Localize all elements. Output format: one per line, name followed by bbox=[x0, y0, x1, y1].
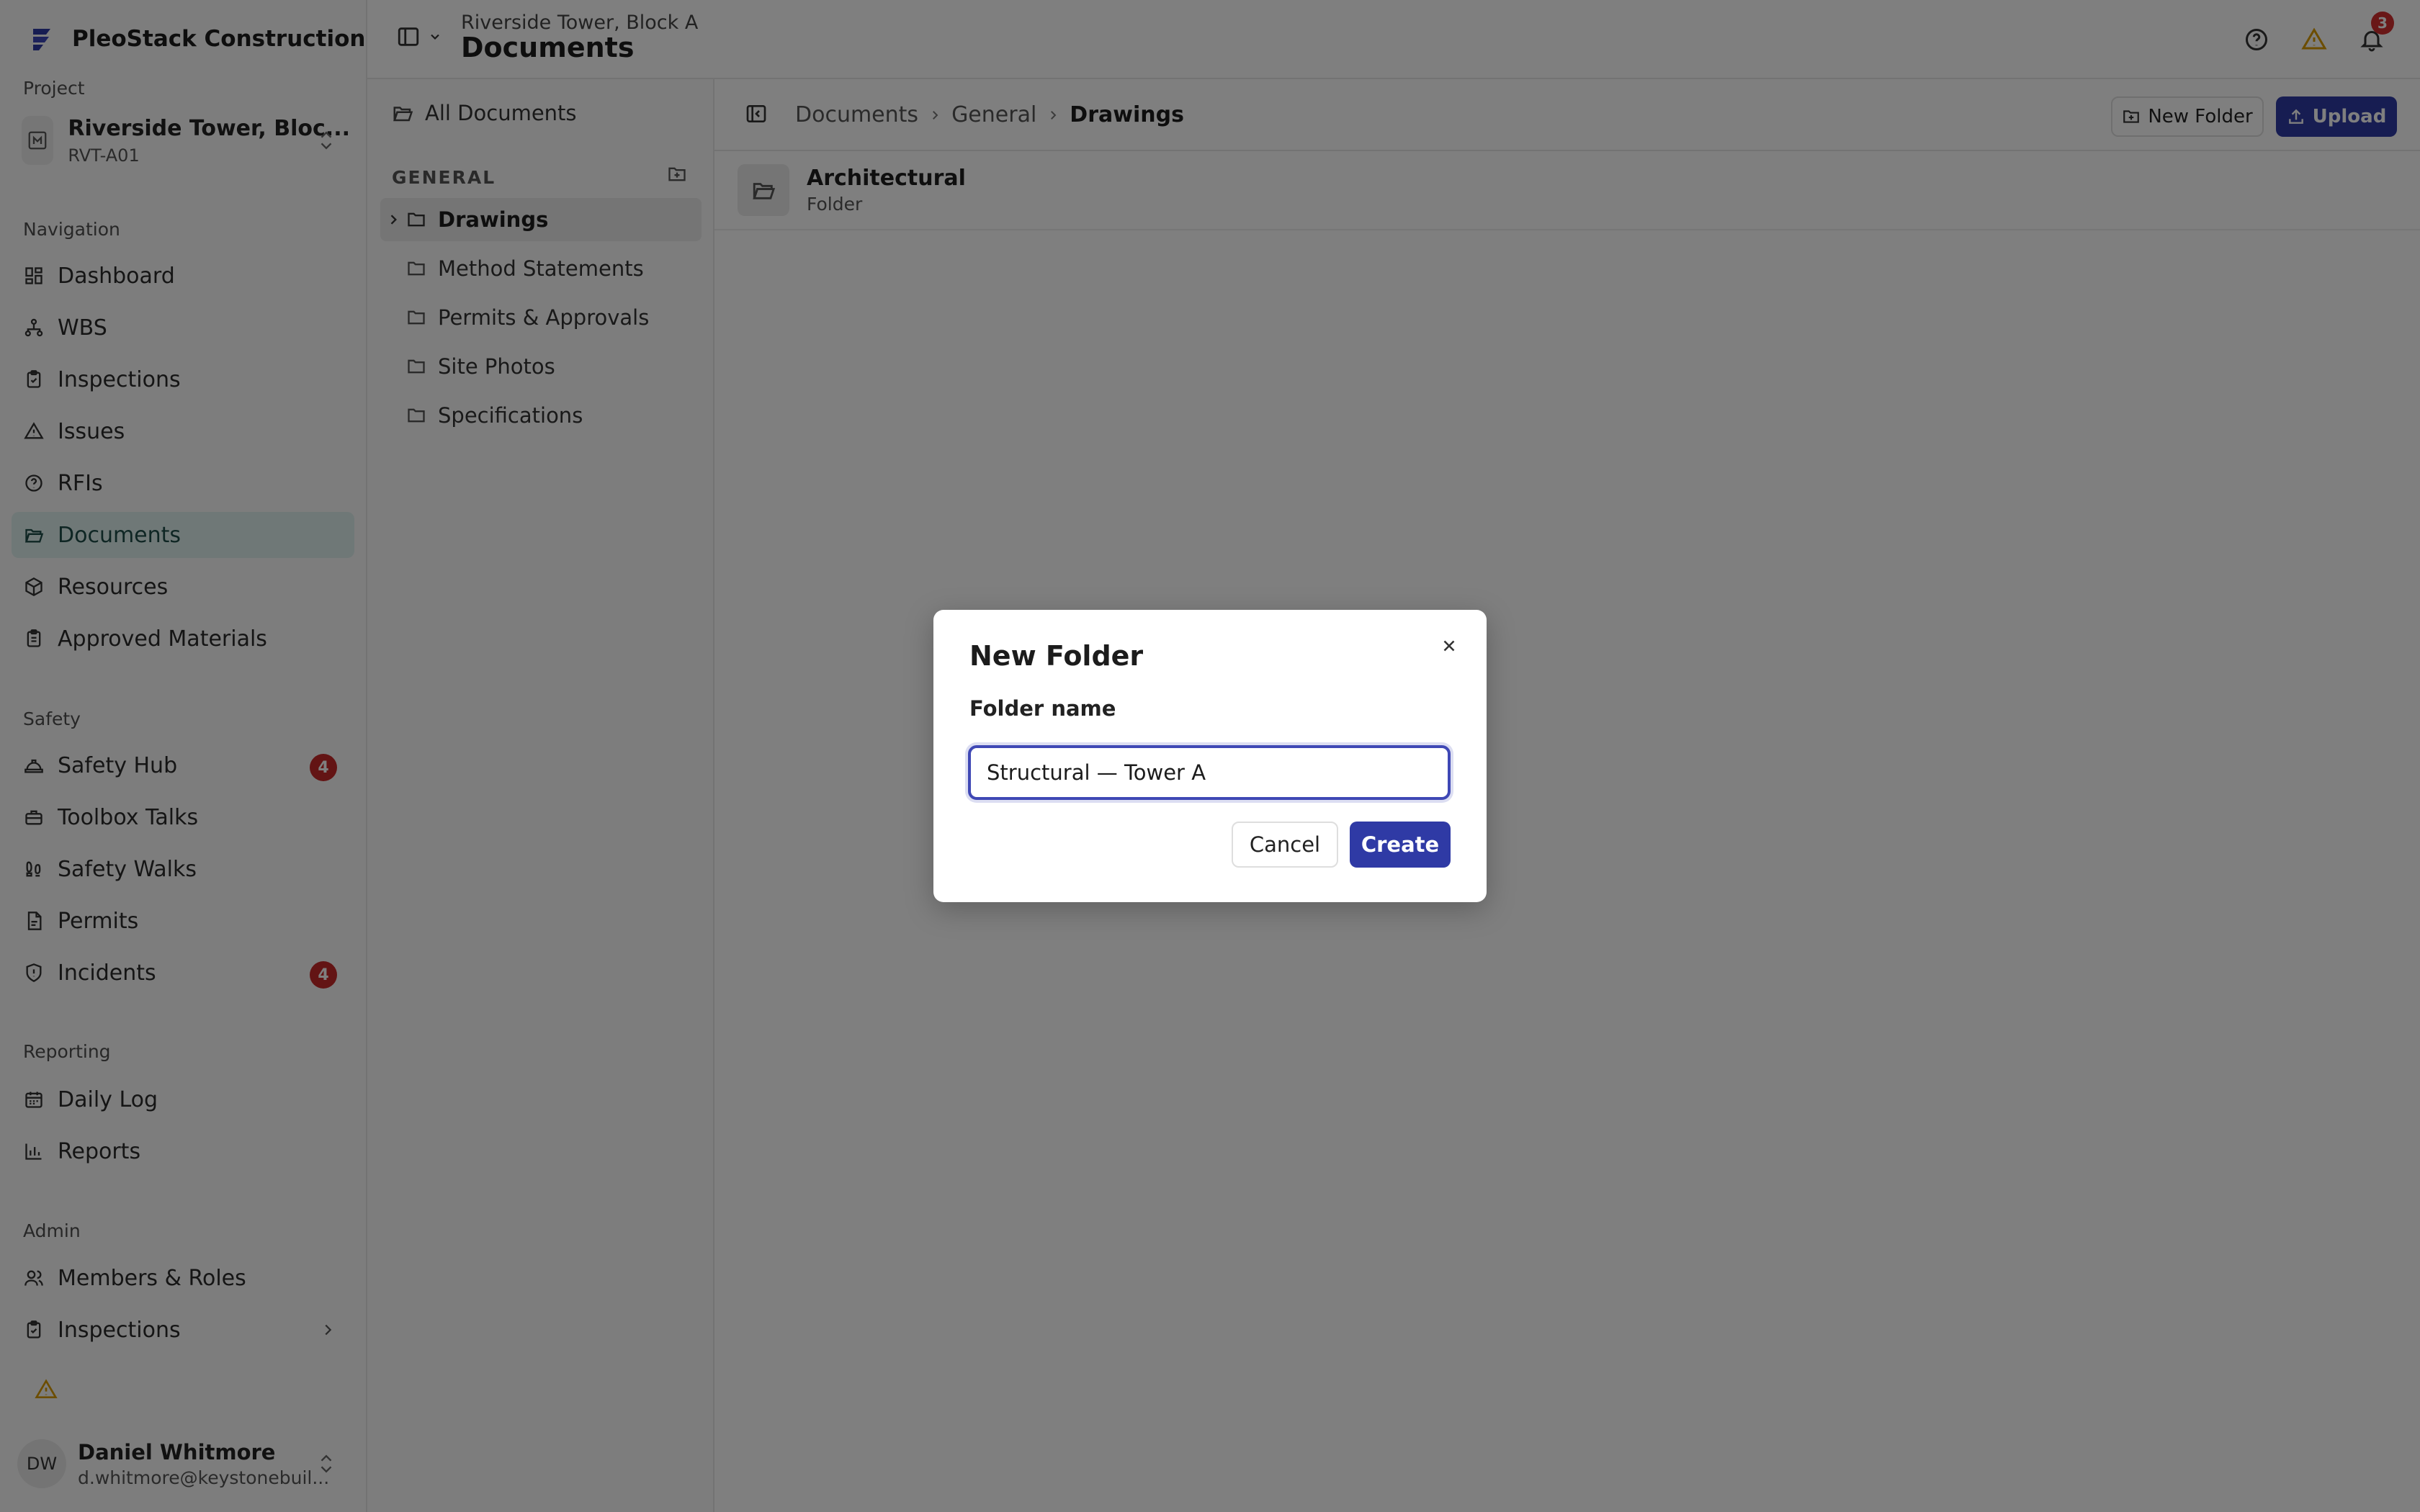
app-window: PleoStack Construction ... Project River… bbox=[0, 0, 2420, 1512]
folder-name-label: Folder name bbox=[969, 696, 1116, 721]
cancel-button[interactable]: Cancel bbox=[1232, 822, 1338, 868]
close-icon bbox=[1443, 640, 1455, 652]
create-button[interactable]: Create bbox=[1350, 822, 1451, 868]
folder-name-input[interactable] bbox=[968, 745, 1451, 800]
new-folder-dialog: New Folder Folder name Cancel Create bbox=[933, 610, 1487, 902]
close-button[interactable] bbox=[1433, 630, 1465, 662]
dialog-title: New Folder bbox=[969, 640, 1144, 672]
